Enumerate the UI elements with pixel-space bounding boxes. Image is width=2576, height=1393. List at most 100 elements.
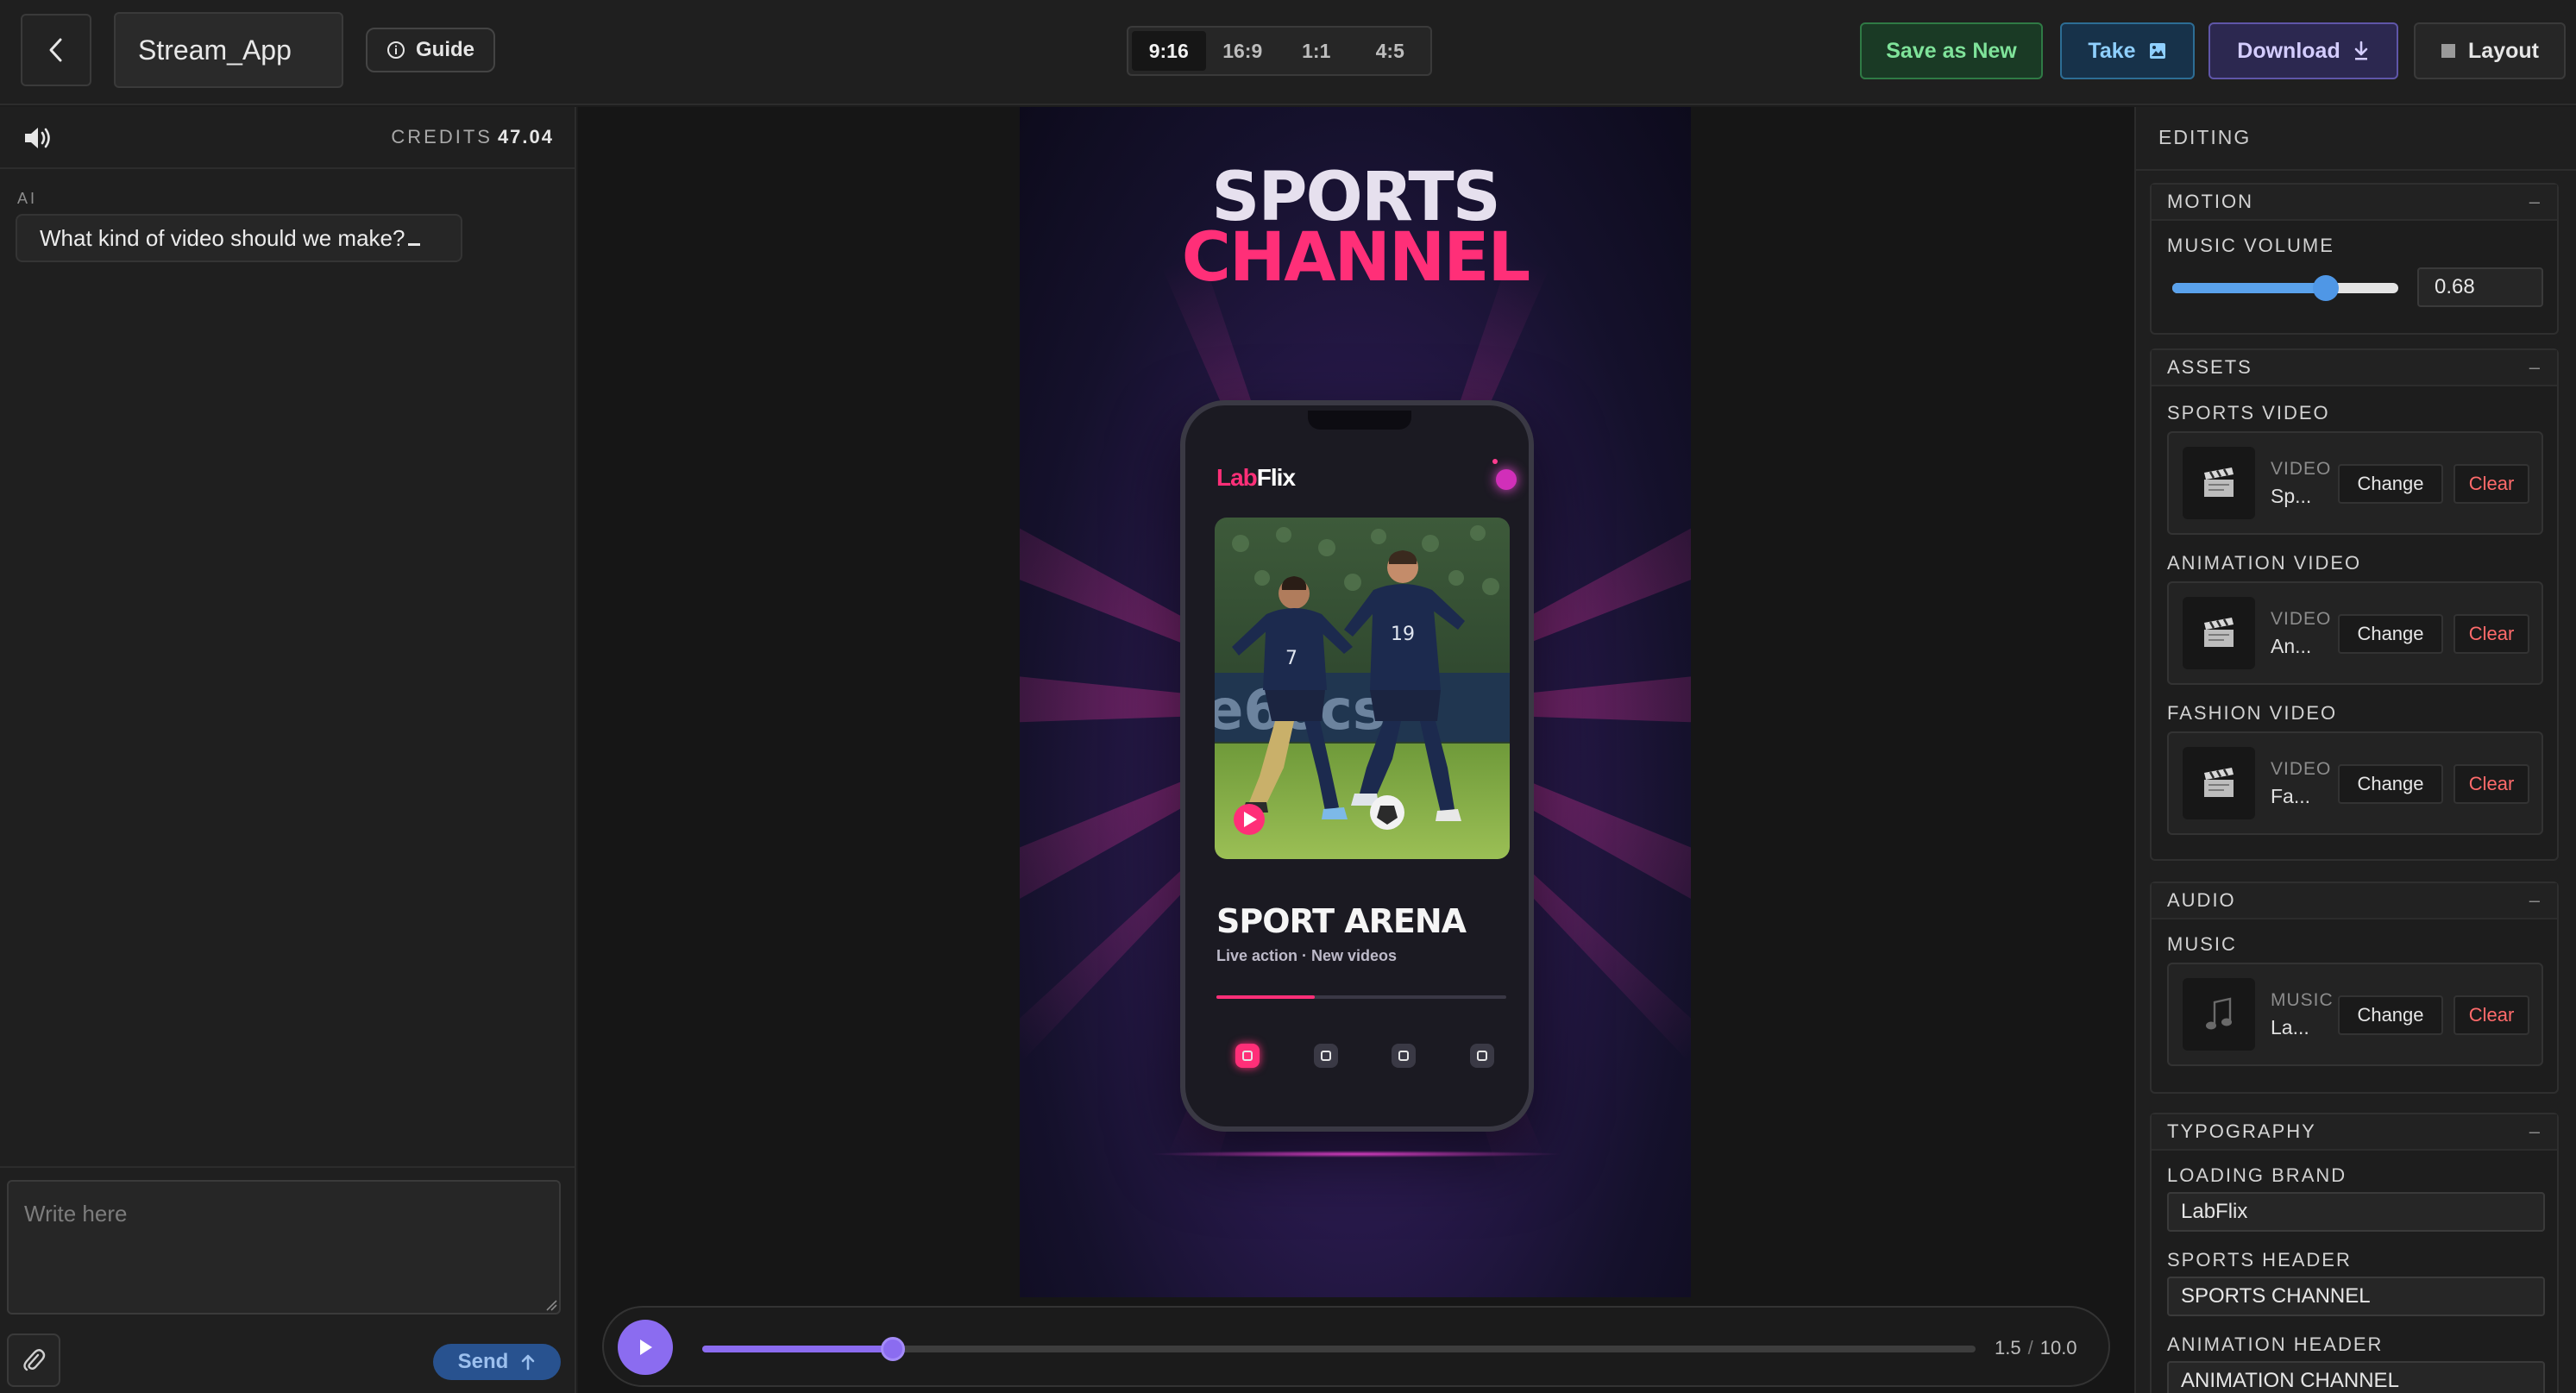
phone-notch bbox=[1308, 411, 1411, 430]
ratio-16-9[interactable]: 16:9 bbox=[1206, 31, 1280, 71]
assets-section-header[interactable]: ASSETS – bbox=[2152, 350, 2557, 386]
change-music-button[interactable]: Change bbox=[2338, 995, 2443, 1035]
svg-text:7: 7 bbox=[1285, 648, 1297, 669]
credits-value: 47.04 bbox=[497, 126, 554, 147]
phone-video-thumbnail: e6ócs 7 bbox=[1215, 518, 1510, 859]
motion-section-header[interactable]: MOTION – bbox=[2152, 185, 2557, 221]
profile-dot bbox=[1496, 469, 1517, 490]
loading-brand-input[interactable]: LabFlix bbox=[2167, 1192, 2545, 1232]
audio-section-header[interactable]: AUDIO – bbox=[2152, 883, 2557, 919]
clapperboard-icon bbox=[2204, 618, 2234, 647]
preview-title: SPORTS CHANNEL bbox=[1020, 164, 1691, 292]
asset-thumbnail bbox=[2183, 447, 2255, 519]
music-volume-thumb[interactable] bbox=[2313, 275, 2340, 301]
time-total: 10.0 bbox=[2039, 1337, 2077, 1358]
send-label: Send bbox=[457, 1350, 509, 1373]
music-volume-fill bbox=[2172, 283, 2327, 293]
time-current: 1.5 bbox=[1995, 1337, 2021, 1358]
phone-nav-icon-3 bbox=[1392, 1044, 1417, 1068]
download-button[interactable]: Download bbox=[2208, 22, 2398, 79]
clapperboard-icon bbox=[2204, 467, 2234, 497]
take-label: Take bbox=[2088, 38, 2136, 63]
assets-title: ASSETS bbox=[2167, 356, 2252, 378]
phone-nav-icon-home bbox=[1235, 1044, 1260, 1068]
guide-button[interactable]: Guide bbox=[366, 28, 495, 72]
clear-fashion-video-button[interactable]: Clear bbox=[2453, 764, 2529, 804]
collapse-icon[interactable]: – bbox=[2529, 356, 2541, 379]
animation-header-input[interactable]: ANIMATION CHANNEL bbox=[2167, 1361, 2545, 1393]
collapse-icon[interactable]: – bbox=[2529, 889, 2541, 912]
attach-button[interactable] bbox=[7, 1333, 60, 1387]
change-fashion-video-button[interactable]: Change bbox=[2338, 764, 2443, 804]
svg-text:19: 19 bbox=[1391, 624, 1415, 645]
asset-thumbnail bbox=[2183, 747, 2255, 819]
phone-nav-icon-2 bbox=[1313, 1044, 1338, 1068]
phone-floor-glow bbox=[1149, 1151, 1563, 1158]
credits-label: CREDITS bbox=[391, 126, 493, 147]
back-button[interactable] bbox=[21, 14, 91, 86]
music-note-icon bbox=[2206, 997, 2232, 1030]
typography-section: TYPOGRAPHY – LOADING BRAND LabFlix SPORTS… bbox=[2150, 1113, 2559, 1393]
clapperboard-icon bbox=[2204, 768, 2234, 797]
phone-progress-bar bbox=[1216, 995, 1506, 999]
phone-mockup: LabFlix 7 19 SPORT ARENA Live action · N… bbox=[1180, 400, 1534, 1132]
sports-video-asset: VIDEO Sp... Change Clear bbox=[2167, 431, 2543, 535]
project-title[interactable]: Stream_App bbox=[114, 12, 343, 88]
ratio-1-1[interactable]: 1:1 bbox=[1279, 31, 1354, 71]
assets-section: ASSETS – SPORTS VIDEO VIDEO Sp... Change … bbox=[2150, 348, 2559, 861]
phone-brand-logo: LabFlix bbox=[1216, 464, 1296, 492]
resize-handle-icon[interactable] bbox=[545, 1299, 557, 1311]
ai-message-text: What kind of video should we make? bbox=[40, 224, 405, 251]
play-button[interactable] bbox=[618, 1320, 673, 1375]
collapse-icon[interactable]: – bbox=[2529, 191, 2541, 213]
image-icon bbox=[2149, 43, 2165, 59]
divider bbox=[2136, 169, 2576, 171]
layout-label: Layout bbox=[2468, 38, 2539, 63]
soccer-players-image: e6ócs 7 bbox=[1215, 518, 1510, 859]
animation-video-label: ANIMATION VIDEO bbox=[2167, 552, 2362, 574]
paperclip-icon bbox=[23, 1349, 46, 1371]
music-volume-slider[interactable] bbox=[2172, 275, 2398, 301]
phone-title: SPORT ARENA bbox=[1216, 902, 1467, 940]
timeline-scrubber[interactable] bbox=[702, 1337, 1976, 1361]
fashion-video-label: FASHION VIDEO bbox=[2167, 702, 2338, 724]
save-as-new-button[interactable]: Save as New bbox=[1860, 22, 2043, 79]
take-button[interactable]: Take bbox=[2060, 22, 2195, 79]
fashion-video-asset: VIDEO Fa... Change Clear bbox=[2167, 731, 2543, 835]
editing-panel: EDITING MOTION – MUSIC VOLUME 0.68 ASSETS… bbox=[2134, 107, 2576, 1393]
message-input[interactable] bbox=[7, 1180, 561, 1315]
preview-area: SPORTS CHANNEL LabFlix 7 19 SPORT ARENA … bbox=[578, 107, 2134, 1393]
ratio-9-16[interactable]: 9:16 bbox=[1132, 31, 1206, 71]
layout-icon bbox=[2441, 44, 2456, 58]
phone-nav-bar bbox=[1235, 1044, 1494, 1070]
guide-label: Guide bbox=[415, 38, 474, 61]
clear-animation-video-button[interactable]: Clear bbox=[2453, 614, 2529, 654]
info-icon bbox=[386, 41, 405, 59]
video-canvas[interactable]: SPORTS CHANNEL LabFlix 7 19 SPORT ARENA … bbox=[1020, 107, 1691, 1297]
collapse-icon[interactable]: – bbox=[2529, 1120, 2541, 1143]
change-sports-video-button[interactable]: Change bbox=[2338, 464, 2443, 504]
music-volume-input[interactable]: 0.68 bbox=[2417, 267, 2543, 307]
clear-sports-video-button[interactable]: Clear bbox=[2453, 464, 2529, 504]
editing-title: EDITING bbox=[2158, 126, 2252, 148]
animation-header-label: ANIMATION HEADER bbox=[2167, 1333, 2384, 1355]
typography-section-header[interactable]: TYPOGRAPHY – bbox=[2152, 1114, 2557, 1151]
ratio-4-5[interactable]: 4:5 bbox=[1354, 31, 1428, 71]
top-bar: Stream_App Guide 9:16 16:9 1:1 4:5 Save … bbox=[0, 0, 2576, 105]
credits-display: CREDITS 47.04 bbox=[391, 126, 554, 148]
change-animation-video-button[interactable]: Change bbox=[2338, 614, 2443, 654]
sports-header-input[interactable]: SPORTS CHANNEL bbox=[2167, 1277, 2545, 1316]
ai-message: What kind of video should we make? bbox=[16, 214, 462, 262]
send-button[interactable]: Send bbox=[433, 1344, 561, 1380]
loading-brand-label: LOADING BRAND bbox=[2167, 1164, 2347, 1186]
speaker-button[interactable] bbox=[22, 126, 53, 154]
asset-kind: MUSIC bbox=[2271, 990, 2334, 1010]
timeline-playhead[interactable] bbox=[881, 1337, 906, 1361]
back-chevron-icon bbox=[49, 38, 62, 62]
layout-button[interactable]: Layout bbox=[2414, 22, 2566, 79]
phone-brand-part-b: Flix bbox=[1256, 464, 1296, 491]
clear-music-button[interactable]: Clear bbox=[2453, 995, 2529, 1035]
typography-title: TYPOGRAPHY bbox=[2167, 1120, 2316, 1142]
typing-cursor bbox=[408, 242, 421, 246]
chat-panel-header: CREDITS 47.04 bbox=[0, 107, 575, 169]
